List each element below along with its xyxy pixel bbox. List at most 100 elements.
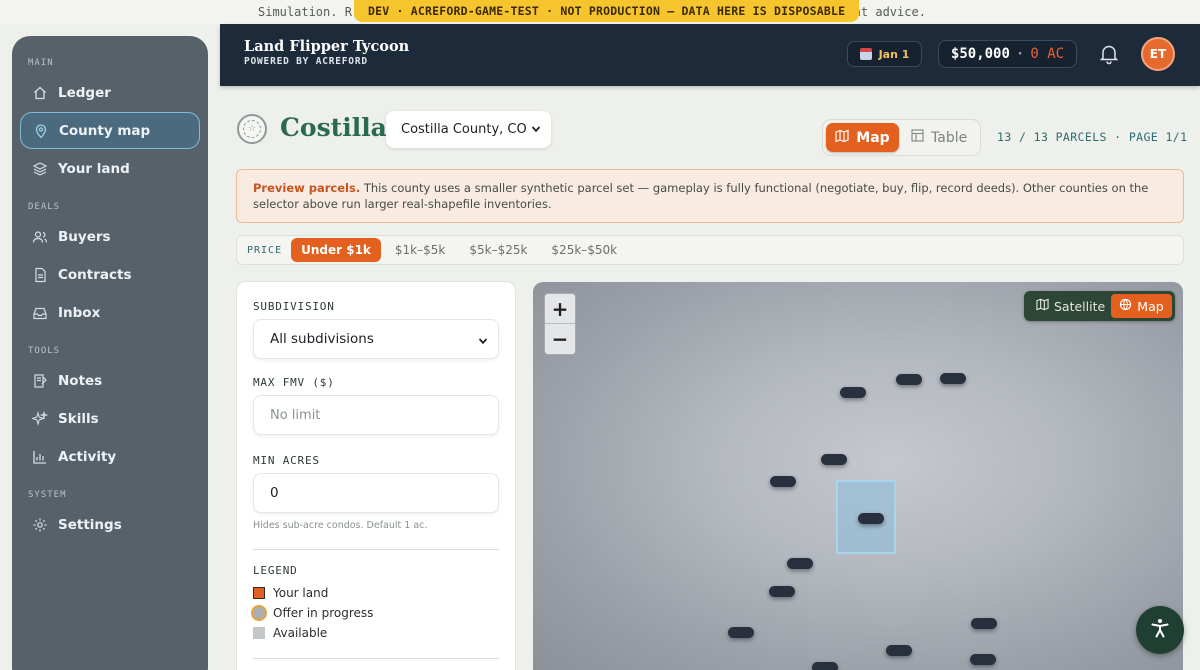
parcel-marker[interactable]	[940, 373, 966, 384]
min-acres-label: MIN ACRES	[253, 454, 320, 467]
county-map[interactable]: + − Satellite Map	[533, 282, 1183, 670]
cash-balance: $50,000	[950, 46, 1010, 62]
sidebar-section-deals: DEALS	[28, 202, 61, 212]
zoom-in-button[interactable]: +	[545, 294, 575, 324]
parcel-marker[interactable]	[770, 476, 796, 487]
subdivision-select-value: All subdivisions	[270, 331, 374, 347]
bell-icon[interactable]	[1099, 43, 1119, 65]
parcel-marker[interactable]	[886, 645, 912, 656]
available-swatch	[253, 627, 265, 639]
legend-label: LEGEND	[253, 564, 298, 577]
county-selector[interactable]: Costilla County, CO	[386, 111, 551, 148]
preview-parcels-notice: Preview parcels. This county uses a smal…	[236, 169, 1184, 223]
parcel-marker[interactable]	[896, 374, 922, 385]
zoom-controls: + −	[544, 293, 576, 355]
sidebar-item-settings[interactable]: Settings	[20, 506, 200, 543]
accessibility-icon	[1149, 617, 1171, 643]
view-map-label: Map	[856, 129, 890, 146]
game-date-pill[interactable]: Jan 1	[847, 41, 922, 67]
map-layer-toggle: Satellite Map	[1024, 291, 1175, 321]
avatar[interactable]: ET	[1141, 37, 1175, 71]
view-map-button[interactable]: Map	[826, 123, 899, 152]
price-option-5k-25k[interactable]: $5k–$25k	[469, 243, 527, 257]
view-table-button[interactable]: Table	[911, 123, 977, 152]
notice-text: This county uses a smaller synthetic par…	[253, 181, 1149, 211]
sidebar-item-contracts[interactable]: Contracts	[20, 256, 200, 293]
sidebar-item-label: Notes	[58, 372, 103, 389]
sidebar-item-ledger[interactable]: Ledger	[20, 74, 200, 111]
home-icon	[32, 85, 48, 101]
sidebar-item-label: Ledger	[58, 84, 111, 101]
parcel-marker[interactable]	[858, 513, 884, 524]
parcel-marker[interactable]	[728, 627, 754, 638]
sidebar-item-skills[interactable]: Skills	[20, 400, 200, 437]
your-land-swatch	[253, 587, 265, 599]
parcel-marker[interactable]	[971, 618, 997, 629]
inbox-icon	[32, 305, 48, 321]
sidebar-item-label: Settings	[58, 516, 122, 533]
map-layer-button[interactable]: Map	[1111, 294, 1172, 318]
sidebar-item-notes[interactable]: Notes	[20, 362, 200, 399]
satellite-layer-label: Satellite	[1054, 298, 1106, 314]
acres-owned: 0 AC	[1030, 46, 1065, 62]
parcels-count: 13 / 13 PARCELS · PAGE 1/1	[997, 130, 1188, 144]
view-table-label: Table	[931, 129, 968, 146]
max-fmv-input[interactable]: No limit	[253, 395, 499, 435]
legend-item-your-land: Your land	[253, 586, 328, 600]
view-toggle: Map Table	[822, 119, 981, 156]
legend-item-available: Available	[253, 626, 327, 640]
price-filter-bar: PRICE Under $1k $1k–$5k $5k–$25k $25k–$5…	[236, 235, 1184, 265]
game-date: Jan 1	[878, 47, 910, 61]
parcel-marker[interactable]	[821, 454, 847, 465]
sidebar-item-your-land[interactable]: Your land	[20, 150, 200, 187]
satellite-layer-button[interactable]: Satellite	[1036, 291, 1105, 321]
chevron-down-icon	[478, 334, 488, 350]
divider	[253, 549, 499, 550]
disclaimer-text-left: Simulation. R	[258, 5, 352, 19]
balance-pill[interactable]: $50,000 · 0 AC	[938, 40, 1077, 68]
min-acres-input[interactable]: 0	[253, 473, 499, 513]
dev-environment-badge: DEV · ACREFORD-GAME-TEST · NOT PRODUCTIO…	[354, 0, 860, 22]
sidebar-item-label: Buyers	[58, 228, 111, 245]
sidebar-item-label: County map	[59, 122, 151, 139]
offer-in-progress-swatch	[251, 605, 267, 621]
bar-chart-icon	[32, 449, 48, 465]
sidebar-item-label: Your land	[58, 160, 130, 177]
sidebar-item-inbox[interactable]: Inbox	[20, 294, 200, 331]
globe-icon	[1119, 298, 1132, 314]
app-header: Land Flipper Tycoon POWERED BY ACREFORD …	[220, 24, 1200, 86]
price-option-1k-5k[interactable]: $1k–$5k	[395, 243, 445, 257]
app-title: Land Flipper Tycoon	[244, 38, 410, 55]
parcel-marker[interactable]	[812, 662, 838, 670]
price-option-under-1k[interactable]: Under $1k	[291, 238, 381, 262]
parcel-marker[interactable]	[769, 586, 795, 597]
sidebar-item-label: Contracts	[58, 266, 132, 283]
notes-icon	[32, 373, 48, 389]
sidebar-item-buyers[interactable]: Buyers	[20, 218, 200, 255]
filters-panel: SUBDIVISION All subdivisions MAX FMV ($)…	[236, 281, 516, 670]
parcel-marker[interactable]	[840, 387, 866, 398]
accessibility-button[interactable]	[1136, 606, 1184, 654]
sidebar-item-county-map[interactable]: County map	[20, 112, 200, 149]
chevron-down-icon	[531, 123, 541, 138]
sidebar-item-activity[interactable]: Activity	[20, 438, 200, 475]
map-pin-icon	[33, 123, 49, 139]
sidebar-section-main: MAIN	[28, 58, 54, 68]
subdivision-label: SUBDIVISION	[253, 300, 335, 313]
sidebar-item-label: Skills	[58, 410, 99, 427]
document-icon	[32, 267, 48, 283]
sidebar-section-tools: TOOLS	[28, 346, 61, 356]
subdivision-select[interactable]: All subdivisions	[253, 319, 499, 359]
parcel-marker[interactable]	[787, 558, 813, 569]
sparkles-icon	[32, 410, 48, 427]
notice-title: Preview parcels.	[253, 181, 361, 195]
min-acres-hint: Hides sub-acre condos. Default 1 ac.	[253, 520, 428, 531]
map-layer-label: Map	[1137, 298, 1164, 314]
county-seal-icon: ☆	[237, 114, 267, 144]
sidebar-item-label: Inbox	[58, 304, 101, 321]
zoom-out-button[interactable]: −	[545, 324, 575, 354]
parcel-marker[interactable]	[970, 654, 996, 665]
layers-icon	[32, 161, 48, 177]
price-option-25k-50k[interactable]: $25k–$50k	[551, 243, 617, 257]
legend-item-label: Your land	[273, 586, 329, 600]
